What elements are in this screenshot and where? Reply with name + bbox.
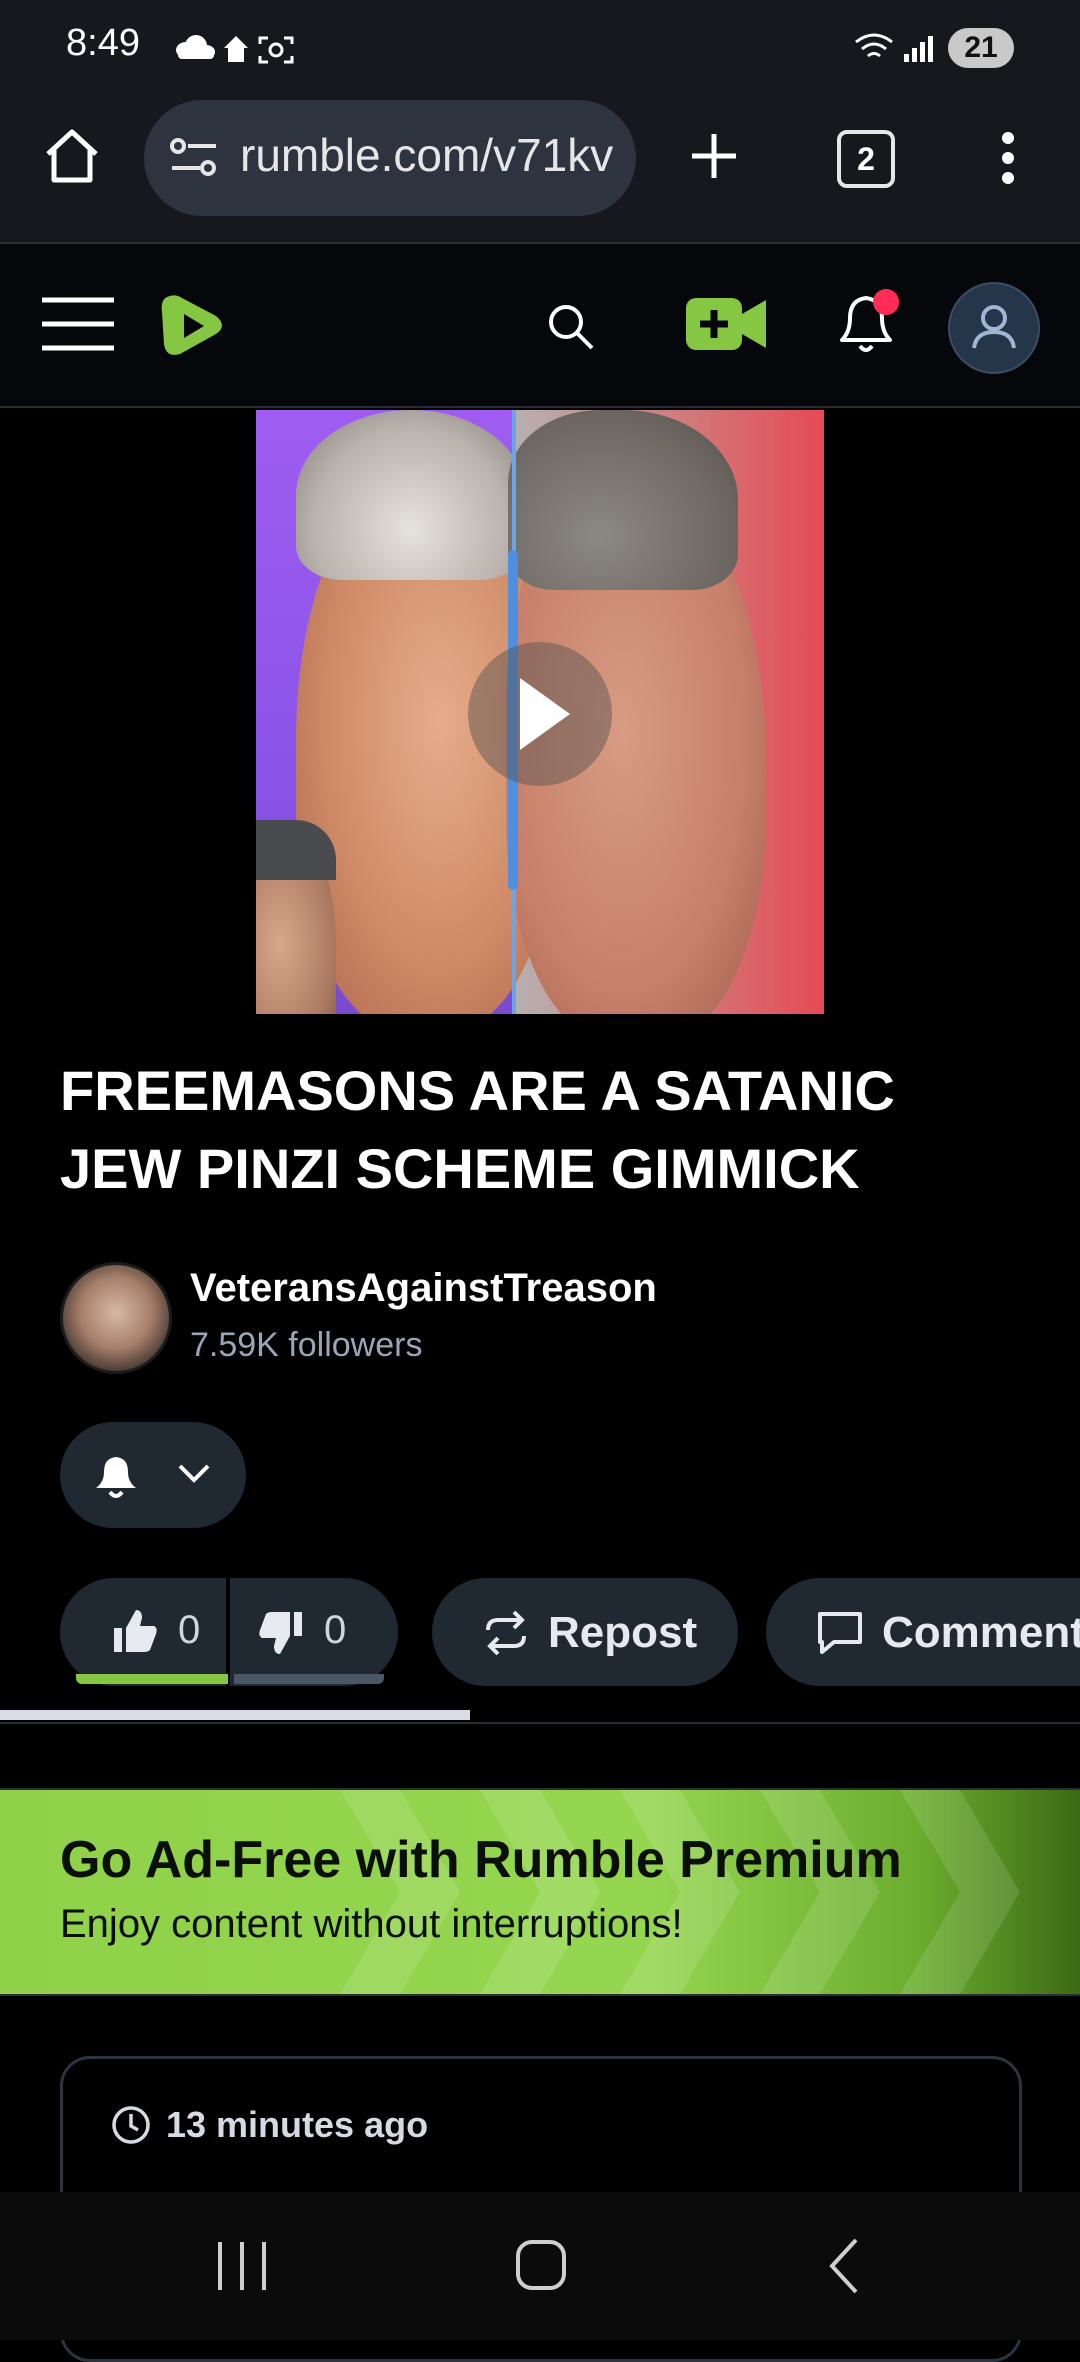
site-settings-icon[interactable]	[168, 136, 220, 180]
rating-divider	[226, 1578, 230, 1686]
home-status-icon	[224, 36, 248, 62]
new-tab-icon[interactable]	[688, 130, 740, 182]
repost-button[interactable]: Repost	[432, 1578, 738, 1686]
comment-label: Comment	[882, 1608, 1080, 1657]
home-icon[interactable]	[40, 124, 104, 188]
screenshot-icon	[258, 36, 294, 64]
play-icon	[520, 678, 570, 750]
account-button[interactable]	[948, 282, 1040, 374]
like-count[interactable]: 0	[178, 1608, 200, 1653]
url-bar[interactable]: rumble.com/v71kv	[144, 100, 636, 216]
battery-indicator: 21	[948, 28, 1014, 68]
status-icons	[176, 35, 294, 64]
home-nav-icon[interactable]	[514, 2238, 568, 2294]
channel-name[interactable]: VeteransAgainstTreason	[190, 1266, 657, 1311]
thumbs-down-icon[interactable]	[256, 1608, 306, 1658]
dislike-count[interactable]: 0	[324, 1608, 346, 1653]
channel-followers: 7.59K followers	[190, 1326, 423, 1364]
upload-time: 13 minutes ago	[166, 2104, 429, 2145]
clock-icon	[112, 2106, 150, 2144]
tab-switcher-button[interactable]: 2	[837, 130, 895, 188]
comment-icon	[818, 1612, 862, 1654]
chevron-down-icon	[178, 1464, 210, 1483]
rating-control: 0 0	[60, 1578, 398, 1686]
notifications-bell-icon[interactable]	[830, 286, 908, 362]
more-options-icon[interactable]	[996, 130, 1020, 186]
wifi-icon	[855, 33, 893, 58]
comment-button[interactable]: Comment	[766, 1578, 1080, 1686]
back-icon[interactable]	[826, 2236, 862, 2296]
banner-title: Go Ad-Free with Rumble Premium	[60, 1831, 902, 1889]
signal-icons	[855, 33, 933, 62]
channel-avatar[interactable]	[60, 1262, 172, 1374]
thumbs-up-icon[interactable]	[110, 1606, 160, 1656]
banner-stripes	[340, 1790, 1020, 1994]
url-text[interactable]: rumble.com/v71kv	[240, 128, 613, 182]
cell-signal-icon	[904, 36, 933, 62]
dislike-ratio-bar	[234, 1674, 384, 1684]
cloud-icon	[176, 35, 215, 59]
search-icon[interactable]	[544, 300, 596, 352]
hamburger-menu-icon[interactable]	[40, 294, 116, 354]
recent-apps-icon[interactable]	[214, 2240, 270, 2292]
video-player[interactable]	[256, 410, 824, 1014]
upload-video-icon[interactable]	[684, 294, 768, 354]
user-icon	[972, 305, 1016, 349]
premium-banner[interactable]: Go Ad-Free with Rumble Premium Enjoy con…	[0, 1788, 1080, 1996]
status-time: 8:49	[66, 22, 140, 64]
notification-badge	[873, 289, 899, 315]
repost-label: Repost	[548, 1608, 698, 1657]
like-ratio-bar	[76, 1674, 228, 1684]
bell-icon	[96, 1457, 136, 1498]
tab-scroll-indicator	[0, 1710, 470, 1720]
channel-notify-button[interactable]	[60, 1422, 246, 1528]
banner-subtitle: Enjoy content without interruptions!	[60, 1902, 683, 1946]
repost-icon	[486, 1610, 526, 1656]
video-title: FREEMASONS ARE A SATANIC JEW PINZI SCHEM…	[60, 1059, 895, 1200]
rumble-logo-icon[interactable]	[156, 288, 228, 364]
